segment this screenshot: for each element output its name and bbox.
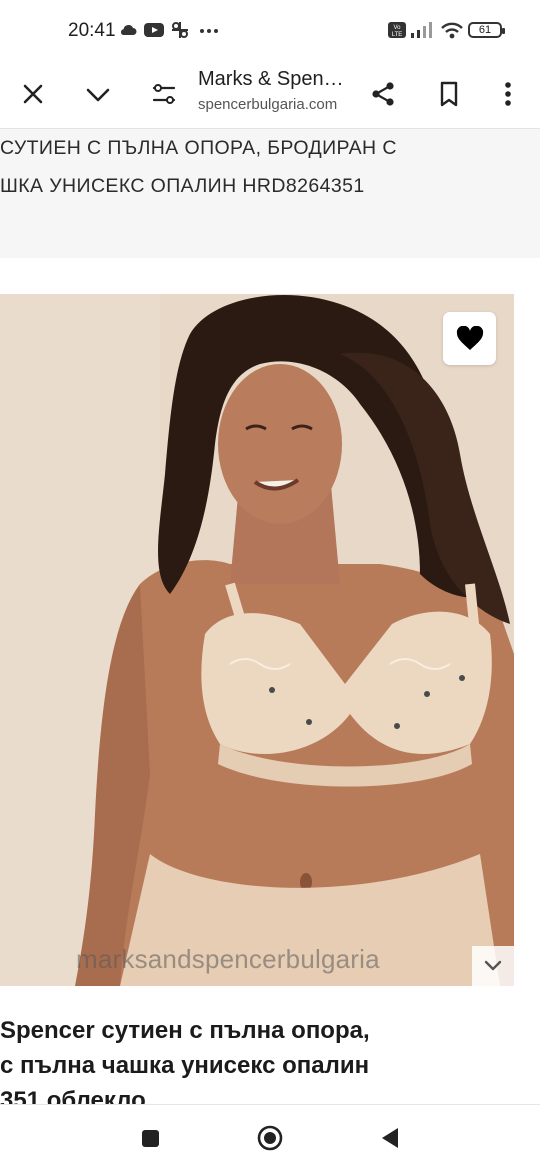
product-image[interactable]: marksandspencerbulgaria	[0, 294, 514, 986]
site-settings-icon[interactable]	[146, 76, 182, 112]
wishlist-button[interactable]	[443, 312, 496, 365]
wifi-icon	[440, 20, 464, 45]
bookmark-icon[interactable]	[431, 76, 467, 112]
svg-text:Vo: Vo	[393, 25, 401, 31]
share-icon[interactable]	[365, 76, 401, 112]
more-dots-icon	[198, 20, 220, 45]
home-icon[interactable]	[254, 1122, 286, 1154]
recents-icon[interactable]	[134, 1122, 166, 1154]
volte-icon: Vo LTE	[388, 20, 406, 45]
heart-icon	[456, 326, 484, 350]
battery-icon: 61	[468, 22, 505, 38]
browser-toolbar: Marks & Spen… spencerbulgaria.com	[0, 60, 540, 129]
signal-icon	[410, 20, 434, 45]
back-icon[interactable]	[374, 1122, 406, 1154]
image-expand-button[interactable]	[472, 946, 514, 986]
app-icon	[170, 20, 190, 45]
product-title-line-1: Spencer сутиен с пълна опора,	[0, 1017, 370, 1044]
product-title-line-2: с пълна чашка унисекс опалин	[0, 1052, 370, 1079]
status-time: 20:41	[68, 20, 116, 41]
youtube-icon	[143, 20, 165, 45]
chevron-down-icon[interactable]	[80, 76, 116, 112]
cloud-icon	[118, 20, 138, 45]
close-icon[interactable]	[15, 76, 51, 112]
page-title: Marks & Spen…	[198, 68, 344, 90]
chevron-down-icon	[484, 960, 502, 971]
svg-text:LTE: LTE	[392, 32, 403, 38]
overflow-menu-icon[interactable]	[490, 76, 526, 112]
product-photo-illustration	[0, 294, 514, 986]
watermark: marksandspencerbulgaria	[76, 944, 380, 974]
header-line-1: СУТИЕН С ПЪЛНА ОПОРА, БРОДИРАН С	[0, 137, 397, 159]
status-bar: 20:41 Vo LTE 61	[0, 0, 540, 60]
header-line-2: ШКА УНИСЕКС ОПАЛИН HRD8264351	[0, 175, 365, 197]
web-content: СУТИЕН С ПЪЛНА ОПОРА, БРОДИРАН С ШКА УНИ…	[0, 129, 540, 1110]
system-nav-bar	[0, 1104, 540, 1171]
product-header: СУТИЕН С ПЪЛНА ОПОРА, БРОДИРАН С ШКА УНИ…	[0, 129, 540, 258]
page-url: spencerbulgaria.com	[198, 96, 338, 113]
